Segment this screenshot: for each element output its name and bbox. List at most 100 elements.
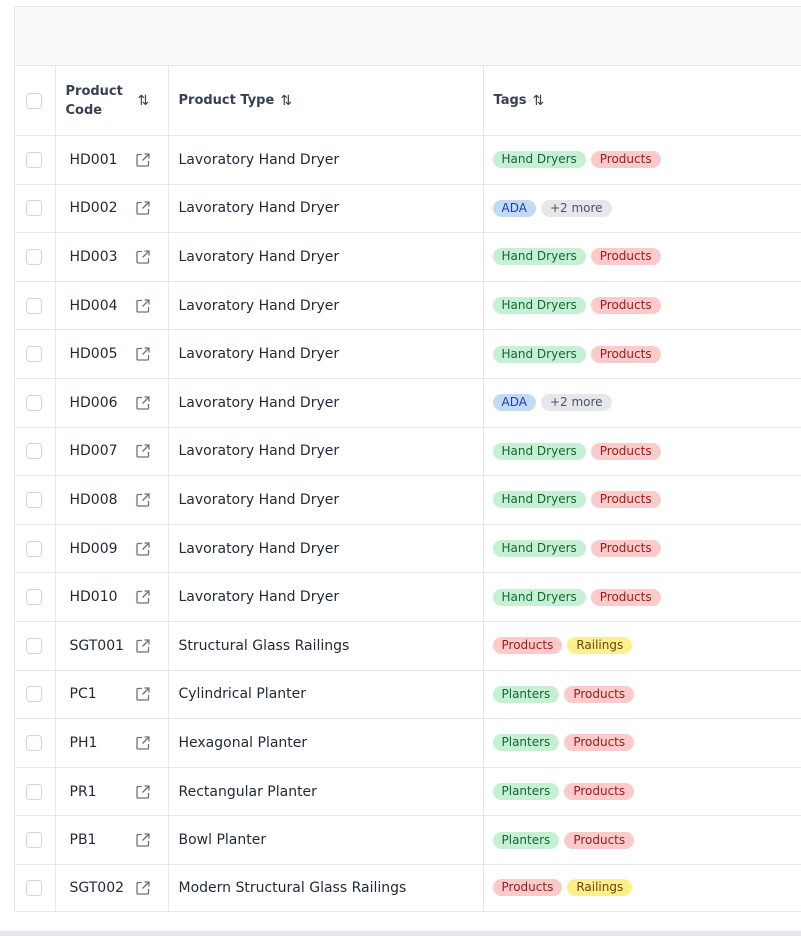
tag-badge: ADA: [492, 199, 536, 217]
row-checkbox[interactable]: [26, 540, 42, 557]
table-row[interactable]: SGT002 Modern Structural Glass Railings …: [15, 864, 801, 912]
row-checkbox[interactable]: [26, 248, 42, 265]
product-type-cell: Rectangular Planter: [168, 767, 484, 817]
table-row[interactable]: HD005 Lavoratory Hand Dryer Hand Dryers P…: [15, 329, 801, 379]
product-code: HD004: [69, 297, 118, 314]
tags-cell: Planters Products: [483, 718, 801, 768]
external-link-icon[interactable]: [134, 588, 152, 606]
external-link-icon[interactable]: [134, 879, 152, 897]
product-code-cell: HD003: [55, 232, 169, 282]
tag-list: Planters Products: [484, 831, 801, 849]
external-link-icon[interactable]: [134, 685, 152, 703]
product-type-cell: Cylindrical Planter: [168, 670, 484, 720]
product-code-cell: SGT002: [55, 864, 169, 912]
product-type: Lavoratory Hand Dryer: [178, 540, 340, 557]
external-link-icon[interactable]: [134, 297, 152, 315]
tag-badge: Hand Dryers: [492, 345, 586, 363]
product-type: Lavoratory Hand Dryer: [178, 394, 340, 411]
product-type: Rectangular Planter: [178, 783, 317, 800]
row-checkbox[interactable]: [26, 443, 42, 460]
row-checkbox[interactable]: [26, 491, 42, 508]
row-checkbox[interactable]: [26, 783, 42, 800]
table-body: HD001 Lavoratory Hand Dryer Hand Dryers P…: [15, 135, 801, 912]
table-row[interactable]: PR1 Rectangular Planter Planters Products: [15, 767, 801, 817]
tags-cell: Hand Dryers Products: [483, 475, 801, 525]
external-link-icon[interactable]: [134, 831, 152, 849]
product-type: Lavoratory Hand Dryer: [178, 248, 340, 265]
table-row[interactable]: HD001 Lavoratory Hand Dryer Hand Dryers P…: [15, 135, 801, 185]
table-row[interactable]: HD009 Lavoratory Hand Dryer Hand Dryers P…: [15, 524, 801, 574]
tag-badge: Products: [590, 151, 661, 169]
table-row[interactable]: PC1 Cylindrical Planter Planters Products: [15, 670, 801, 720]
external-link-icon[interactable]: [134, 540, 152, 558]
table-row[interactable]: HD007 Lavoratory Hand Dryer Hand Dryers P…: [15, 427, 801, 477]
header-product-type[interactable]: Product Type ⇅: [168, 66, 484, 136]
sort-icon[interactable]: ⇅: [533, 93, 545, 109]
product-code-cell: PC1: [55, 670, 169, 720]
external-link-icon[interactable]: [134, 199, 152, 217]
product-type-cell: Hexagonal Planter: [168, 718, 484, 768]
tag-list: Hand Dryers Products: [484, 151, 801, 169]
row-checkbox[interactable]: [26, 346, 42, 363]
external-link-icon[interactable]: [134, 783, 152, 801]
tag-badge: Products: [492, 879, 563, 897]
row-select-cell: [15, 427, 56, 477]
product-type-cell: Modern Structural Glass Railings: [168, 864, 484, 912]
row-checkbox[interactable]: [26, 879, 42, 896]
table-row[interactable]: HD003 Lavoratory Hand Dryer Hand Dryers P…: [15, 232, 801, 282]
row-checkbox[interactable]: [26, 589, 42, 606]
row-checkbox[interactable]: [26, 394, 42, 411]
row-select-cell: [15, 524, 56, 574]
table-row[interactable]: HD010 Lavoratory Hand Dryer Hand Dryers P…: [15, 572, 801, 622]
row-checkbox[interactable]: [26, 686, 42, 703]
header-tags[interactable]: Tags ⇅: [483, 66, 801, 136]
table-row[interactable]: HD002 Lavoratory Hand Dryer ADA +2 more: [15, 184, 801, 234]
product-code-cell: PH1: [55, 718, 169, 768]
external-link-icon[interactable]: [134, 394, 152, 412]
table-row[interactable]: HD006 Lavoratory Hand Dryer ADA +2 more: [15, 378, 801, 428]
table-toolbar: [15, 7, 801, 66]
table-row[interactable]: HD008 Lavoratory Hand Dryer Hand Dryers P…: [15, 475, 801, 525]
external-link-icon[interactable]: [134, 248, 152, 266]
sort-icon[interactable]: ⇅: [280, 93, 292, 109]
product-code-cell: SGT001: [55, 621, 169, 671]
select-all-checkbox[interactable]: [26, 92, 42, 109]
tag-badge: Railings: [567, 879, 633, 897]
product-code: HD006: [69, 394, 118, 411]
table-row[interactable]: SGT001 Structural Glass Railings Product…: [15, 621, 801, 671]
product-code: SGT001: [69, 637, 125, 654]
product-type-cell: Lavoratory Hand Dryer: [168, 135, 484, 185]
tag-badge: Planters: [492, 685, 560, 703]
tag-list: Products Railings: [484, 879, 801, 897]
row-checkbox[interactable]: [26, 200, 42, 217]
tags-cell: Hand Dryers Products: [483, 427, 801, 477]
row-select-cell: [15, 232, 56, 282]
row-checkbox[interactable]: [26, 637, 42, 654]
horizontal-scrollbar[interactable]: [0, 931, 801, 936]
header-product-code[interactable]: Product Code ⇅: [55, 66, 169, 136]
tag-list: ADA +2 more: [484, 394, 801, 412]
external-link-icon[interactable]: [134, 345, 152, 363]
external-link-icon[interactable]: [134, 442, 152, 460]
external-link-icon[interactable]: [134, 151, 152, 169]
tag-badge: Hand Dryers: [492, 442, 586, 460]
tag-badge: Products: [590, 540, 661, 558]
row-checkbox[interactable]: [26, 297, 42, 314]
product-type: Lavoratory Hand Dryer: [178, 297, 340, 314]
row-checkbox[interactable]: [26, 151, 42, 168]
external-link-icon[interactable]: [134, 734, 152, 752]
product-code: HD003: [69, 248, 118, 265]
row-checkbox[interactable]: [26, 832, 42, 849]
product-code: SGT002: [69, 879, 125, 896]
table-row[interactable]: PH1 Hexagonal Planter Planters Products: [15, 718, 801, 768]
tags-cell: Planters Products: [483, 815, 801, 865]
external-link-icon[interactable]: [134, 637, 152, 655]
tag-badge: Hand Dryers: [492, 297, 586, 315]
row-checkbox[interactable]: [26, 734, 42, 751]
sort-icon[interactable]: ⇅: [138, 93, 150, 109]
table-row[interactable]: HD004 Lavoratory Hand Dryer Hand Dryers P…: [15, 281, 801, 331]
table-row[interactable]: PB1 Bowl Planter Planters Products: [15, 815, 801, 865]
external-link-icon[interactable]: [134, 491, 152, 509]
tag-badge: Products: [590, 297, 661, 315]
tag-badge: +2 more: [540, 394, 612, 412]
